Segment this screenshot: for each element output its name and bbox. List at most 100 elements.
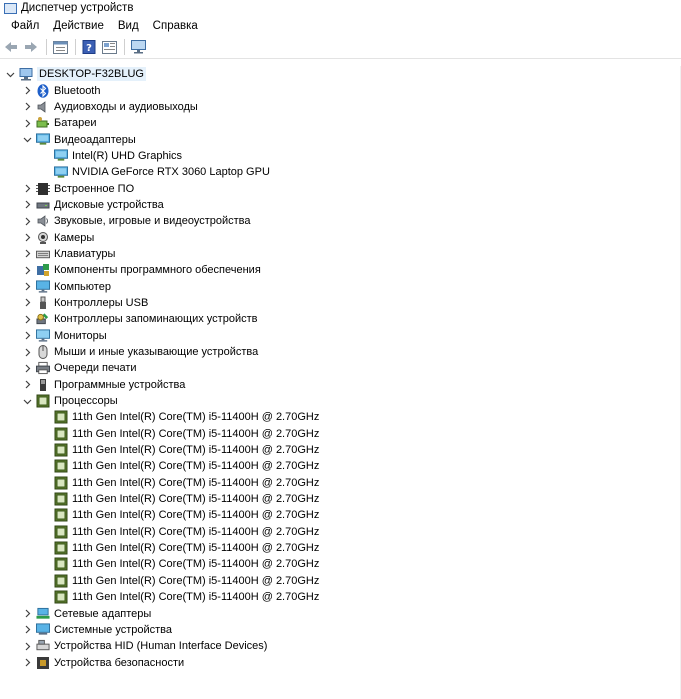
tree-device[interactable]: 11th Gen Intel(R) Core(TM) i5-11400H @ 2… — [0, 556, 681, 572]
tree-device[interactable]: 11th Gen Intel(R) Core(TM) i5-11400H @ 2… — [0, 442, 681, 458]
tree-category[interactable]: Контроллеры запоминающих устройств — [0, 311, 681, 327]
device-manager-icon — [4, 2, 17, 14]
tree-category[interactable]: Контроллеры USB — [0, 295, 681, 311]
expand-chevron-icon[interactable] — [21, 379, 33, 391]
tree-device[interactable]: 11th Gen Intel(R) Core(TM) i5-11400H @ 2… — [0, 458, 681, 474]
tree-category[interactable]: Компоненты программного обеспечения — [0, 262, 681, 278]
cpu-icon — [54, 459, 68, 473]
tree-category-label: Мониторы — [54, 329, 107, 342]
tree-category[interactable]: Программные устройства — [0, 377, 681, 393]
tree-category[interactable]: Сетевые адаптеры — [0, 605, 681, 621]
camera-icon — [36, 231, 50, 245]
computer-root-icon — [19, 67, 33, 81]
cpu-icon — [54, 541, 68, 555]
expand-chevron-icon[interactable] — [21, 313, 33, 325]
expand-chevron-icon[interactable] — [21, 85, 33, 97]
properties-button[interactable] — [51, 38, 69, 56]
tree-category[interactable]: Встроенное ПО — [0, 180, 681, 196]
tree-category[interactable]: Компьютер — [0, 278, 681, 294]
back-icon — [5, 42, 17, 52]
scan-hardware-button[interactable] — [129, 38, 147, 56]
expand-chevron-icon[interactable] — [21, 248, 33, 260]
display-adapter-icon — [36, 133, 50, 147]
software-component-icon — [36, 263, 50, 277]
cpu-icon — [54, 476, 68, 490]
collapse-chevron-icon[interactable] — [4, 68, 16, 80]
expand-chevron-icon[interactable] — [21, 608, 33, 620]
tree-device-label: 11th Gen Intel(R) Core(TM) i5-11400H @ 2… — [72, 525, 320, 538]
tree-category-label: Контроллеры USB — [54, 296, 149, 309]
tree-category[interactable]: Устройства HID (Human Interface Devices) — [0, 638, 681, 654]
expand-chevron-icon[interactable] — [21, 264, 33, 276]
tree-category[interactable]: Bluetooth — [0, 82, 681, 98]
forward-button[interactable] — [22, 38, 40, 56]
menu-file[interactable]: Файл — [4, 20, 46, 32]
expand-chevron-icon[interactable] — [21, 232, 33, 244]
expand-chevron-icon[interactable] — [21, 281, 33, 293]
tree-device[interactable]: 11th Gen Intel(R) Core(TM) i5-11400H @ 2… — [0, 426, 681, 442]
tree-category[interactable]: Дисковые устройства — [0, 197, 681, 213]
cpu-icon — [54, 525, 68, 539]
expand-chevron-icon[interactable] — [21, 624, 33, 636]
tree-category[interactable]: Очереди печати — [0, 360, 681, 376]
expand-chevron-icon[interactable] — [21, 657, 33, 669]
menu-view[interactable]: Вид — [111, 20, 146, 32]
cpu-icon — [54, 574, 68, 588]
collapse-chevron-icon[interactable] — [21, 395, 33, 407]
update-driver-button[interactable] — [100, 38, 118, 56]
toolbar-separator — [75, 39, 76, 55]
sound-icon — [36, 214, 50, 228]
tree-category[interactable]: Камеры — [0, 229, 681, 245]
tree-device[interactable]: 11th Gen Intel(R) Core(TM) i5-11400H @ 2… — [0, 589, 681, 605]
tree-category[interactable]: Системные устройства — [0, 622, 681, 638]
tree-root[interactable]: DESKTOP-F32BLUG — [0, 66, 681, 82]
tree-category[interactable]: Аудиовходы и аудиовыходы — [0, 99, 681, 115]
expand-chevron-icon[interactable] — [21, 640, 33, 652]
menu-help[interactable]: Справка — [146, 20, 205, 32]
tree-category[interactable]: Устройства безопасности — [0, 654, 681, 670]
tree-device-label: Intel(R) UHD Graphics — [72, 149, 183, 162]
tree-device[interactable]: 11th Gen Intel(R) Core(TM) i5-11400H @ 2… — [0, 475, 681, 491]
tree-device[interactable]: 11th Gen Intel(R) Core(TM) i5-11400H @ 2… — [0, 540, 681, 556]
tree-category[interactable]: Процессоры — [0, 393, 681, 409]
help-button[interactable]: ? — [80, 38, 98, 56]
expand-chevron-icon[interactable] — [21, 362, 33, 374]
tree-device[interactable]: 11th Gen Intel(R) Core(TM) i5-11400H @ 2… — [0, 491, 681, 507]
expand-chevron-icon[interactable] — [21, 117, 33, 129]
device-tree[interactable]: DESKTOP-F32BLUG Bluetooth Аудиовходы и ау… — [0, 66, 681, 671]
menu-action[interactable]: Действие — [46, 20, 111, 32]
tree-device[interactable]: NVIDIA GeForce RTX 3060 Laptop GPU — [0, 164, 681, 180]
cpu-icon — [54, 590, 68, 604]
expand-chevron-icon[interactable] — [21, 101, 33, 113]
software-device-icon — [36, 378, 50, 392]
tree-device[interactable]: 11th Gen Intel(R) Core(TM) i5-11400H @ 2… — [0, 573, 681, 589]
expand-chevron-icon[interactable] — [21, 215, 33, 227]
expand-chevron-icon[interactable] — [21, 346, 33, 358]
tree-category[interactable]: Мыши и иные указывающие устройства — [0, 344, 681, 360]
tree-category[interactable]: Батареи — [0, 115, 681, 131]
tree-device[interactable]: Intel(R) UHD Graphics — [0, 148, 681, 164]
collapse-chevron-icon[interactable] — [21, 134, 33, 146]
tree-category[interactable]: Видеоадаптеры — [0, 131, 681, 147]
gpu-icon — [54, 165, 68, 179]
tree-device[interactable]: 11th Gen Intel(R) Core(TM) i5-11400H @ 2… — [0, 409, 681, 425]
tree-category-label: Очереди печати — [54, 362, 137, 375]
svg-text:?: ? — [86, 43, 92, 54]
tree-category[interactable]: Мониторы — [0, 328, 681, 344]
tree-category[interactable]: Клавиатуры — [0, 246, 681, 262]
security-device-icon — [36, 656, 50, 670]
firmware-icon — [36, 182, 50, 196]
expand-chevron-icon[interactable] — [21, 330, 33, 342]
back-button[interactable] — [2, 38, 20, 56]
tree-category-label: Системные устройства — [54, 623, 173, 636]
tree-category-label: Батареи — [54, 117, 97, 130]
tree-category[interactable]: Звуковые, игровые и видеоустройства — [0, 213, 681, 229]
tree-device-label: 11th Gen Intel(R) Core(TM) i5-11400H @ 2… — [72, 460, 320, 473]
expand-chevron-icon[interactable] — [21, 183, 33, 195]
tree-device-label: 11th Gen Intel(R) Core(TM) i5-11400H @ 2… — [72, 542, 320, 555]
tree-device[interactable]: 11th Gen Intel(R) Core(TM) i5-11400H @ 2… — [0, 524, 681, 540]
expand-chevron-icon[interactable] — [21, 297, 33, 309]
expand-chevron-icon[interactable] — [21, 199, 33, 211]
tree-device[interactable]: 11th Gen Intel(R) Core(TM) i5-11400H @ 2… — [0, 507, 681, 523]
properties-icon — [52, 40, 68, 54]
